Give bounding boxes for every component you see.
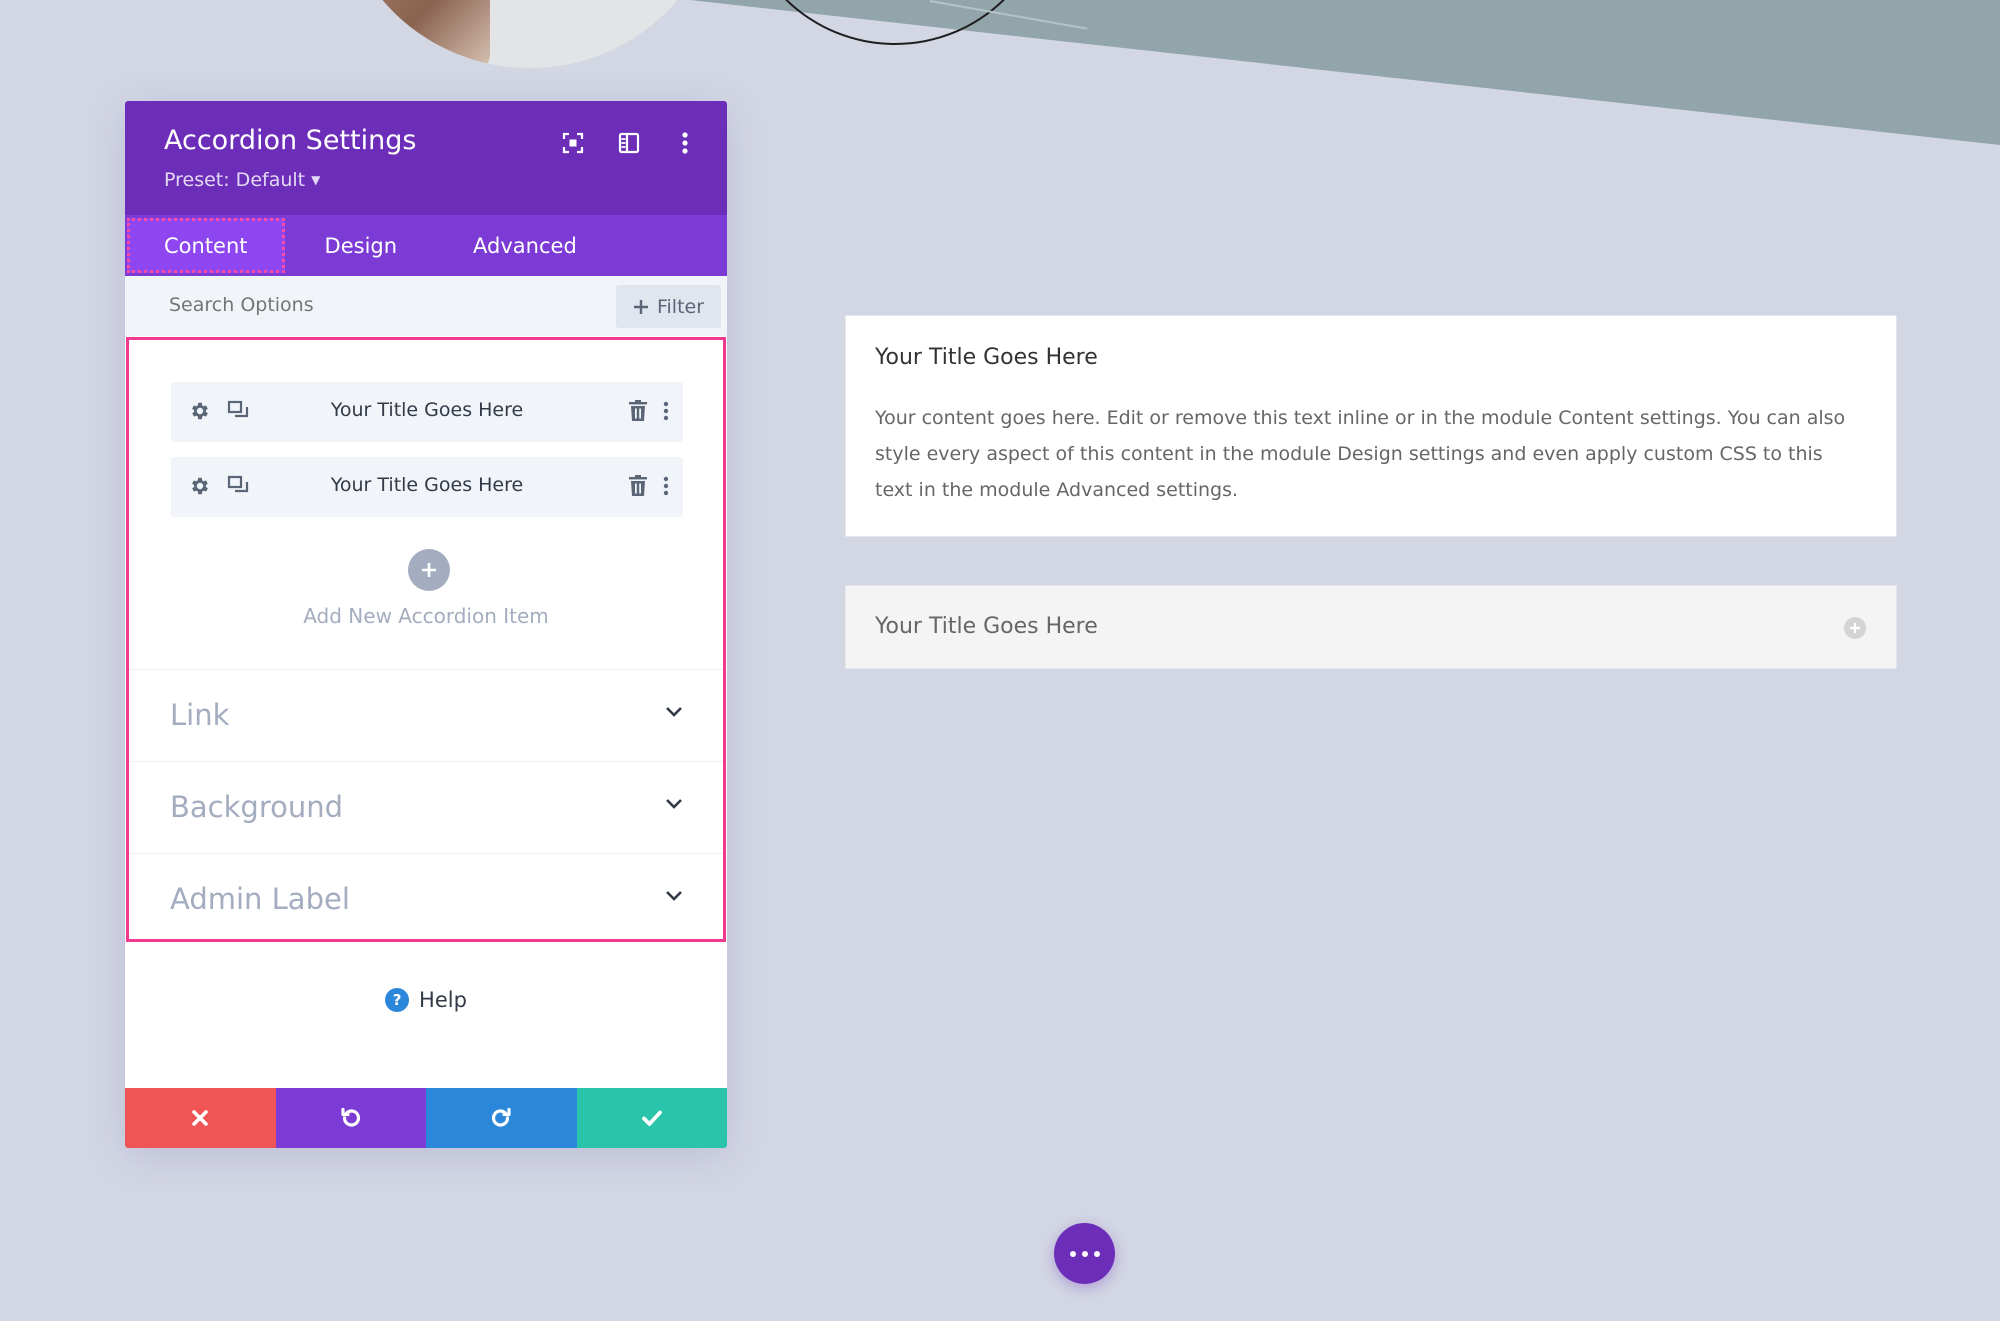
chevron-down-icon — [666, 707, 682, 717]
more-options-icon[interactable] — [663, 401, 669, 421]
page-settings-button[interactable] — [1054, 1223, 1115, 1284]
chevron-down-icon — [666, 799, 682, 809]
more-options-icon[interactable] — [663, 476, 669, 496]
action-bar — [125, 1088, 727, 1148]
save-icon — [641, 1110, 662, 1126]
toggle-admin-label[interactable]: Admin Label — [129, 853, 723, 945]
filter-button[interactable]: Filter — [616, 285, 721, 328]
toggle-link[interactable]: Link — [129, 669, 723, 761]
cancel-button[interactable] — [125, 1088, 276, 1148]
undo-icon — [341, 1107, 360, 1127]
chevron-down-icon — [666, 891, 682, 901]
trash-icon[interactable] — [629, 400, 647, 421]
toggle-background[interactable]: Background — [129, 761, 723, 853]
dot-icon — [1081, 1250, 1088, 1257]
panel-header[interactable]: Accordion Settings Preset: Default ▼ — [125, 101, 727, 215]
toggle-label: Background — [170, 790, 344, 824]
expand-plus-icon[interactable] — [1844, 617, 1866, 639]
help-label: Help — [419, 988, 467, 1012]
preview-accordion-content: Your content goes here. Edit or remove t… — [875, 407, 1846, 501]
background-photo-detail — [340, 0, 490, 68]
preview-accordion-title[interactable]: Your Title Goes Here — [875, 614, 1098, 639]
save-button[interactable] — [576, 1088, 727, 1148]
help-link[interactable]: ? Help — [125, 988, 727, 1012]
content-options-area: Your Title Goes Here Your Title Goes Her… — [126, 337, 726, 942]
toggle-label: Link — [170, 698, 230, 732]
plus-icon — [422, 563, 436, 577]
dot-icon — [1093, 1250, 1100, 1257]
add-accordion-item-button[interactable] — [408, 549, 450, 591]
toggle-label: Admin Label — [170, 882, 350, 916]
help-icon: ? — [385, 988, 410, 1012]
settings-panel: Accordion Settings Preset: Default ▼ Con… — [125, 101, 727, 1148]
more-options-icon[interactable] — [671, 129, 699, 157]
trash-icon[interactable] — [629, 475, 647, 496]
caret-down-icon: ▼ — [311, 173, 321, 187]
split-view-icon[interactable] — [615, 129, 643, 157]
tab-bar: Content Design Advanced — [125, 215, 727, 276]
preset-label: Preset: Default — [164, 169, 306, 191]
dot-icon — [1069, 1250, 1076, 1257]
undo-button[interactable] — [275, 1088, 426, 1148]
add-accordion-item-label[interactable]: Add New Accordion Item — [129, 604, 723, 628]
preview-accordion-open[interactable]: Your Title Goes Here Your content goes h… — [845, 315, 1897, 537]
redo-icon — [492, 1107, 511, 1127]
redo-button[interactable] — [426, 1088, 577, 1148]
preview-accordion-closed[interactable]: Your Title Goes Here — [845, 585, 1897, 669]
accordion-item-title: Your Title Goes Here — [330, 474, 524, 496]
tab-advanced[interactable]: Advanced — [435, 215, 615, 276]
tab-design[interactable]: Design — [287, 215, 436, 276]
fullscreen-icon[interactable] — [559, 129, 587, 157]
accordion-item-title: Your Title Goes Here — [330, 399, 524, 421]
search-input[interactable] — [169, 294, 549, 316]
cancel-icon — [192, 1110, 209, 1126]
tab-content[interactable]: Content — [127, 218, 285, 273]
accordion-item[interactable]: Your Title Goes Here — [171, 382, 683, 442]
preset-selector[interactable]: Preset: Default ▼ — [164, 169, 320, 191]
panel-title: Accordion Settings — [164, 125, 417, 156]
search-row: Filter — [125, 276, 727, 336]
preview-accordion-title[interactable]: Your Title Goes Here — [875, 345, 1098, 370]
plus-icon — [633, 299, 648, 314]
background-photo — [340, 0, 720, 68]
accordion-item[interactable]: Your Title Goes Here — [171, 457, 683, 517]
filter-label: Filter — [656, 295, 705, 318]
